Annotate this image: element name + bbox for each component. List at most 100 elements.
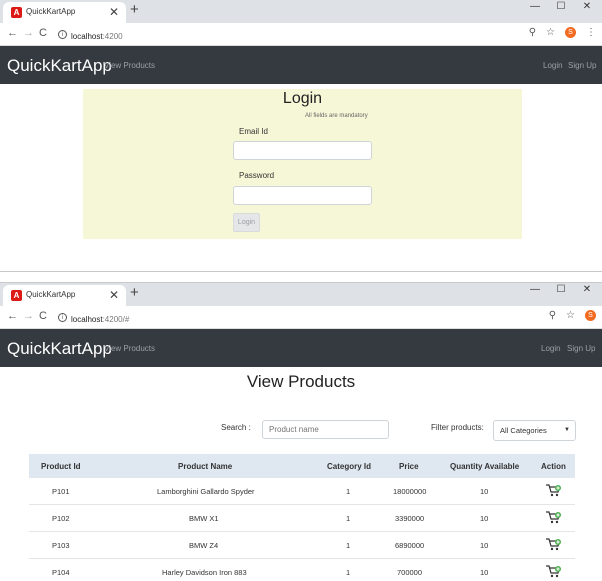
add-to-cart-icon[interactable] [546,484,561,497]
quantity-cell: 10 [480,568,489,577]
browser-toolbar: ← → C i localhost:4200/# ⚲ ☆ S [0,306,602,329]
table-row: P101 Lamborghini Gallardo Spyder 1 18000… [29,478,575,505]
tab-close-icon[interactable]: ✕ [109,288,119,302]
nav-view-products[interactable]: View Products [104,61,155,70]
nav-signup[interactable]: Sign Up [568,61,596,70]
tab-strip: A QuickKartApp ✕ + — ☐ ✕ [0,0,602,23]
product-id-cell: P104 [52,568,70,577]
column-header: Product Id [41,462,81,471]
angular-favicon-icon: A [11,7,22,18]
nav-signup[interactable]: Sign Up [567,344,595,353]
product-name-cell: Harley Davidson Iron 883 [162,568,247,577]
tab-title: QuickKartApp [26,7,76,16]
page-title: View Products [246,372,356,391]
nav-login[interactable]: Login [541,344,561,353]
category-id-cell: 1 [346,514,351,523]
bookmark-star-icon[interactable]: ☆ [566,310,575,321]
table-row: P103 BMW Z4 1 6890000 10 [29,532,575,559]
column-header: Quantity Available [450,462,520,471]
browser-window-login: A QuickKartApp ✕ + — ☐ ✕ ← → C i localho… [0,0,602,272]
category-id-cell: 1 [346,541,351,550]
dropdown-caret-icon: ▼ [564,427,570,433]
browser-tab[interactable]: A QuickKartApp ✕ [3,285,126,306]
email-label: Email Id [239,127,268,136]
add-to-cart-icon[interactable] [546,511,561,524]
browser-toolbar: ← → C i localhost:4200 ⚲ ☆ S ⋮ [0,23,602,46]
password-label: Password [239,171,275,180]
zoom-icon[interactable]: ⚲ [529,27,536,38]
product-id-cell: P102 [52,514,70,523]
tab-title: QuickKartApp [26,290,76,299]
quantity-cell: 10 [480,514,489,523]
back-arrow-icon[interactable]: ← [7,310,18,322]
quantity-cell: 10 [480,487,489,496]
column-header: Product Name [178,462,233,471]
password-field[interactable] [233,186,372,205]
login-title: Login [282,90,323,107]
add-to-cart-icon[interactable] [546,538,561,551]
search-input[interactable] [262,420,389,439]
bookmark-star-icon[interactable]: ☆ [546,27,555,38]
nav-login[interactable]: Login [543,61,563,70]
minimize-icon[interactable]: — [522,0,548,16]
zoom-icon[interactable]: ⚲ [549,310,556,321]
price-cell: 700000 [397,568,423,577]
quantity-cell: 10 [480,541,489,550]
column-header: Category Id [327,462,372,471]
url-port: :4200 [102,31,123,41]
mandatory-note: All fields are mandatory [305,113,368,119]
screenshot-separator [0,272,602,282]
reload-icon[interactable]: C [39,27,47,39]
tab-strip: A QuickKartApp ✕ + — ☐ ✕ [0,283,602,306]
forward-arrow-icon[interactable]: → [23,27,34,39]
back-arrow-icon[interactable]: ← [7,27,18,39]
table-row: P102 BMW X1 1 3390000 10 [29,505,575,532]
address-bar[interactable]: i localhost:4200 [58,27,123,42]
product-name-cell: BMW Z4 [189,541,219,550]
category-id-cell: 1 [346,487,351,496]
price-cell: 6890000 [395,541,425,550]
brand-link[interactable]: QuickKartApp [7,339,112,359]
url-host: localhost [71,31,103,41]
info-icon[interactable]: i [58,313,67,322]
browser-tab[interactable]: A QuickKartApp ✕ [3,2,126,23]
maximize-icon[interactable]: ☐ [548,283,574,299]
product-name-cell: Lamborghini Gallardo Spyder [157,487,255,496]
login-button[interactable]: Login [233,213,260,232]
nav-view-products[interactable]: View Products [104,344,155,353]
new-tab-icon[interactable]: + [130,1,139,18]
category-filter-select[interactable]: All Categories ▼ [493,420,576,441]
profile-avatar[interactable]: S [585,310,596,321]
product-id-cell: P103 [52,541,70,550]
url-host: localhost [71,314,103,324]
close-window-icon[interactable]: ✕ [574,0,600,16]
tab-close-icon[interactable]: ✕ [109,5,119,19]
forward-arrow-icon[interactable]: → [23,310,34,322]
add-to-cart-icon[interactable] [546,565,561,578]
brand-link[interactable]: QuickKartApp [7,56,112,76]
info-icon[interactable]: i [58,30,67,39]
product-id-cell: P101 [52,487,70,496]
angular-favicon-icon: A [11,290,22,301]
login-card: Login All fields are mandatory Email Id … [83,89,522,239]
reload-icon[interactable]: C [39,310,47,322]
product-name-cell: BMW X1 [189,514,219,523]
url-path: :4200/# [102,314,130,324]
column-header: Price [399,462,419,471]
browser-window-products: A QuickKartApp ✕ + — ☐ ✕ ← → C i localho… [0,282,602,581]
search-label: Search : [221,423,251,432]
table-header: Product Id Product Name Category Id Pric… [29,454,575,478]
menu-kebab-icon[interactable]: ⋮ [586,27,596,38]
filter-selected-value: All Categories [500,426,547,435]
filter-label: Filter products: [431,423,484,432]
minimize-icon[interactable]: — [522,283,548,299]
profile-avatar[interactable]: S [565,27,576,38]
new-tab-icon[interactable]: + [130,284,139,301]
app-navbar: QuickKartApp View Products Login Sign Up [0,46,602,84]
maximize-icon[interactable]: ☐ [548,0,574,16]
close-window-icon[interactable]: ✕ [574,283,600,299]
price-cell: 18000000 [393,487,427,496]
address-bar[interactable]: i localhost:4200/# [58,310,129,325]
email-field[interactable] [233,141,372,160]
app-navbar: QuickKartApp View Products Login Sign Up [0,329,602,367]
